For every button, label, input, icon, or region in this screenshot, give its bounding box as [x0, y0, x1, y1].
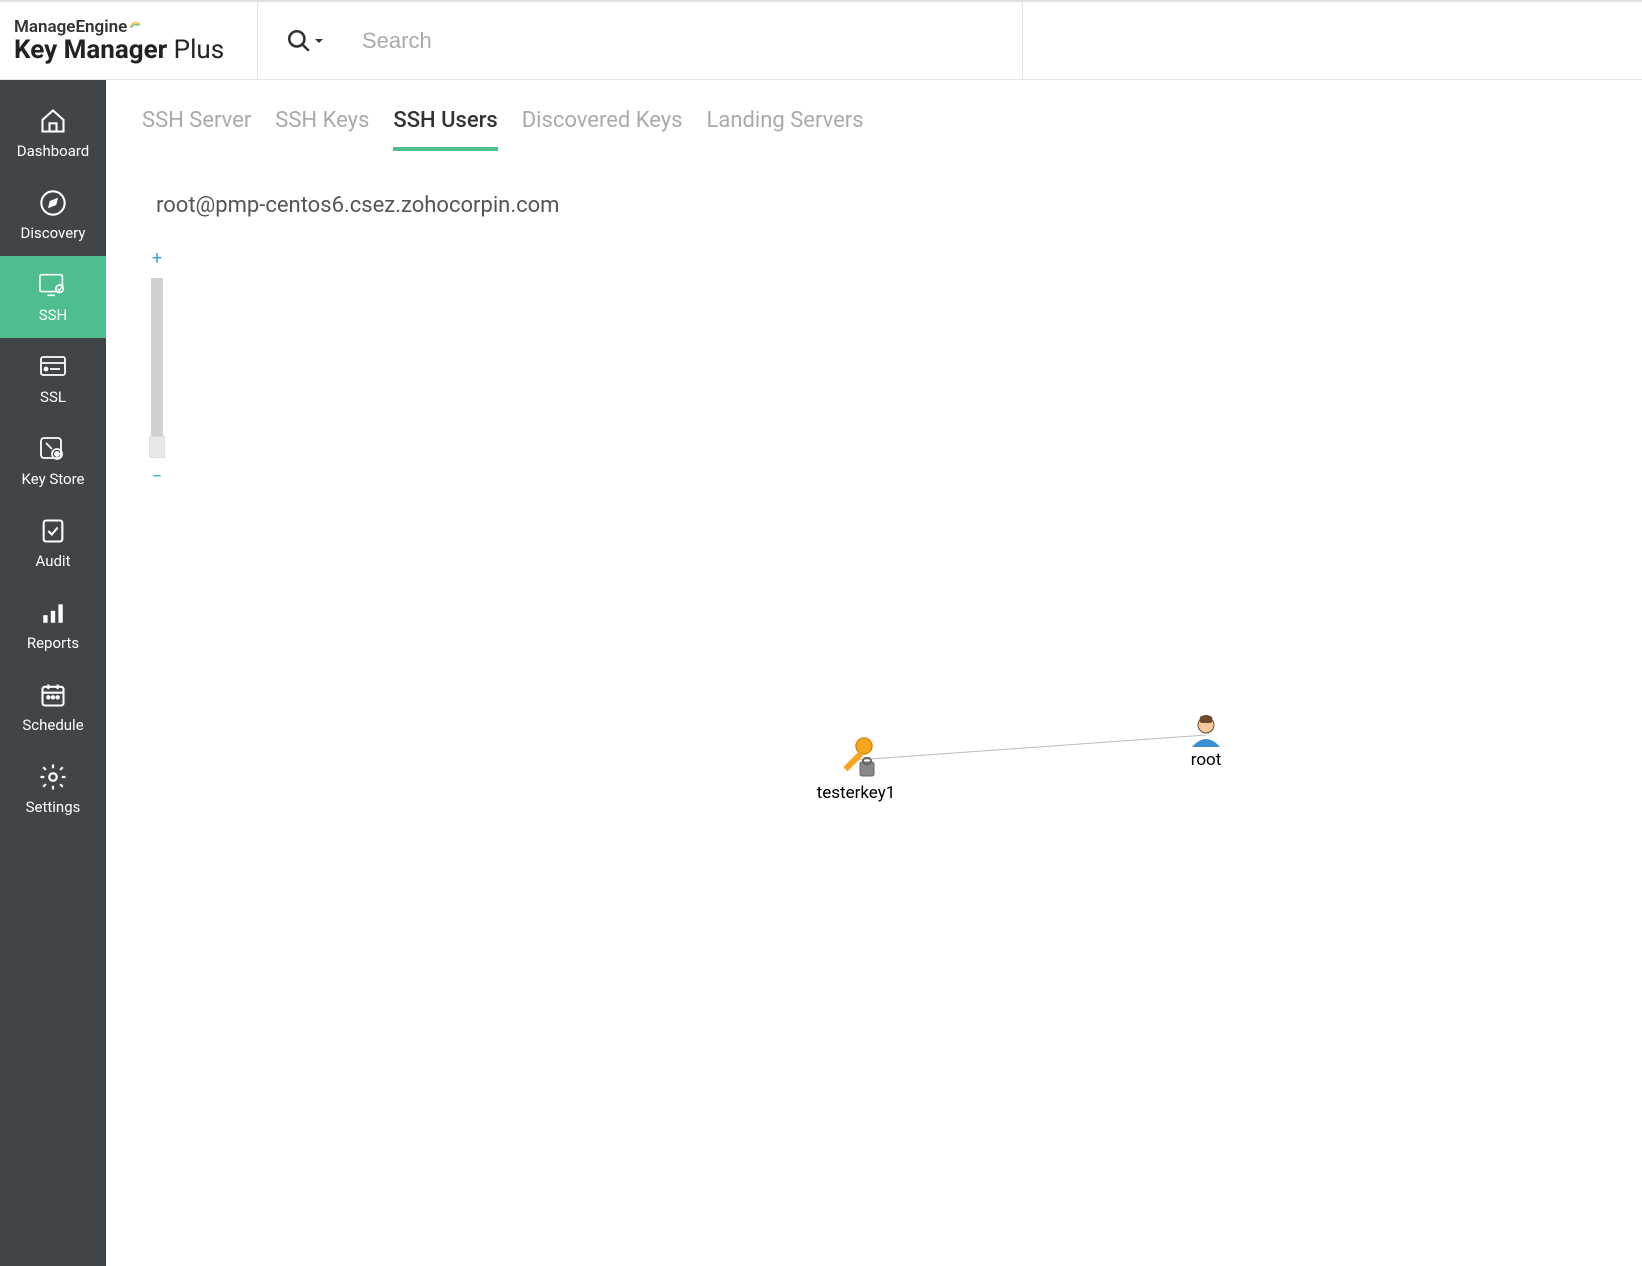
sidebar-item-ssh[interactable]: SSH — [0, 256, 106, 338]
sidebar-item-key-store[interactable]: Key Store — [0, 420, 106, 502]
tab-landing-servers[interactable]: Landing Servers — [707, 108, 864, 151]
sidebar-item-schedule[interactable]: Schedule — [0, 666, 106, 748]
page-title: root@pmp-centos6.csez.zohocorpin.com — [156, 193, 1606, 218]
tab-ssh-server[interactable]: SSH Server — [142, 108, 251, 151]
brand-bottom-bold: Key Manager — [14, 35, 167, 65]
sidebar-item-discovery[interactable]: Discovery — [0, 174, 106, 256]
zoom-out-button[interactable]: − — [152, 468, 162, 486]
sidebar-item-label: Discovery — [21, 224, 86, 242]
sidebar-item-label: Audit — [36, 552, 71, 570]
graph-node-label: root — [1191, 750, 1222, 770]
sidebar-item-label: Key Store — [21, 470, 84, 488]
search-icon[interactable] — [286, 28, 324, 54]
sidebar-item-reports[interactable]: Reports — [0, 584, 106, 666]
graph-node-user[interactable]: root — [1191, 715, 1222, 770]
home-icon — [38, 106, 68, 136]
sidebar-item-ssl[interactable]: SSL — [0, 338, 106, 420]
settings-icon — [38, 762, 68, 792]
schedule-icon — [38, 680, 68, 710]
graph-edge — [856, 735, 1206, 760]
sidebar-item-label: SSH — [39, 306, 68, 324]
sidebar-item-label: Schedule — [22, 716, 83, 734]
tab-discovered-keys[interactable]: Discovered Keys — [522, 108, 683, 151]
ssl-icon — [38, 352, 68, 382]
brand-bottom-light: Plus — [167, 35, 224, 65]
sidebar-item-label: Settings — [26, 798, 81, 816]
reports-icon — [38, 598, 68, 628]
main-content: SSH Server SSH Keys SSH Users Discovered Ke… — [106, 80, 1642, 1266]
sidebar-item-label: Dashboard — [17, 142, 90, 160]
zoom-in-button[interactable]: + — [152, 250, 162, 268]
audit-icon — [38, 516, 68, 546]
search-input[interactable] — [362, 28, 762, 54]
zoom-slider[interactable] — [151, 278, 163, 458]
keystore-icon — [38, 434, 68, 464]
tabs: SSH Server SSH Keys SSH Users Discovered Ke… — [142, 108, 1606, 151]
brand-bottom: Key Manager Plus — [14, 35, 257, 65]
sidebar: Dashboard Discovery SSH SSL Key Store Audit Re… — [0, 80, 106, 1266]
sidebar-item-audit[interactable]: Audit — [0, 502, 106, 584]
zoom-thumb[interactable] — [149, 436, 165, 458]
sidebar-item-label: Reports — [27, 634, 79, 652]
sidebar-item-dashboard[interactable]: Dashboard — [0, 92, 106, 174]
brand-logo: ManageEngine Key Manager Plus — [0, 2, 258, 79]
graph-node-label: testerkey1 — [817, 783, 896, 803]
compass-icon — [38, 188, 68, 218]
search-area — [258, 2, 1642, 79]
graph-node-key[interactable]: testerkey1 — [817, 738, 896, 803]
zoom-controls: + − — [148, 250, 166, 486]
sidebar-item-settings[interactable]: Settings — [0, 748, 106, 830]
sidebar-item-label: SSL — [40, 388, 66, 406]
tab-ssh-users[interactable]: SSH Users — [393, 108, 497, 151]
ssh-icon — [38, 270, 68, 300]
brand-top-text: ManageEngine — [14, 17, 127, 37]
brand-top: ManageEngine — [14, 17, 257, 37]
relationship-graph[interactable]: testerkey1 root — [286, 320, 1602, 1226]
tab-ssh-keys[interactable]: SSH Keys — [275, 108, 369, 151]
chevron-down-icon — [314, 36, 324, 46]
app-header: ManageEngine Key Manager Plus — [0, 2, 1642, 80]
swirl-icon — [128, 17, 142, 31]
